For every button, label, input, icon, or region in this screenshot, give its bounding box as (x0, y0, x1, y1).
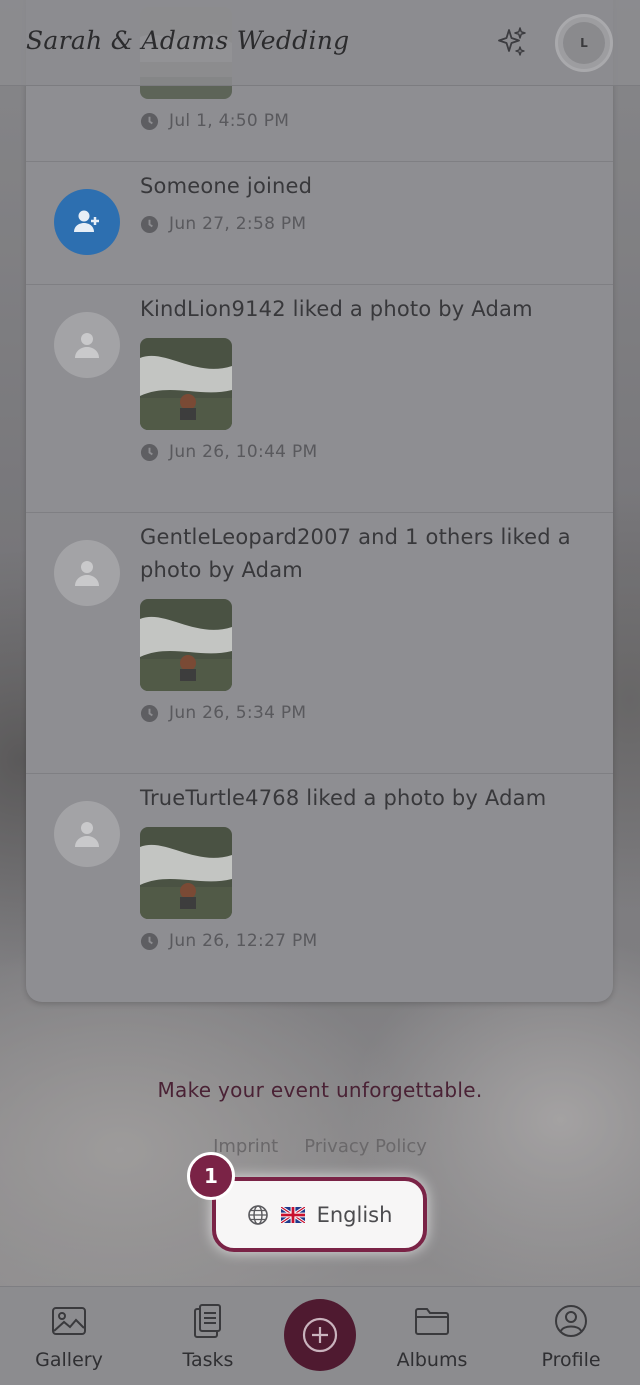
language-label: English (316, 1202, 393, 1227)
nav-gallery-label: Gallery (35, 1349, 103, 1371)
profile-avatar[interactable]: L (555, 14, 613, 72)
image-icon (52, 1307, 86, 1335)
user-icon (54, 312, 120, 378)
user-icon (54, 801, 120, 867)
activity-time-text: Jun 26, 10:44 PM (169, 442, 318, 462)
activity-text: TrueTurtle4768 liked a photo by Adam (140, 786, 547, 810)
activity-time: Jul 1, 4:50 PM (140, 110, 289, 132)
folder-icon (415, 1308, 449, 1335)
activity-text: GentleLeopard2007 and 1 others liked a p… (140, 525, 571, 582)
photo-thumbnail[interactable] (140, 338, 232, 430)
add-photo-button[interactable] (284, 1299, 356, 1371)
photo-thumbnail[interactable] (140, 827, 232, 919)
clock-icon (140, 215, 159, 233)
activity-text: Someone joined (140, 174, 313, 198)
app-header: Sarah & Adams Wedding L (0, 0, 640, 86)
activity-time: Jun 26, 5:34 PM (140, 702, 306, 724)
activity-item[interactable]: TrueTurtle4768 liked a photo by Adam Jun… (26, 774, 613, 1002)
activity-text: KindLion9142 liked a photo by Adam (140, 297, 533, 321)
activity-time: Jun 26, 10:44 PM (140, 441, 318, 463)
activity-item[interactable]: GentleLeopard2007 and 1 others liked a p… (26, 513, 613, 774)
uk-flag-icon (280, 1206, 305, 1223)
nav-tasks[interactable]: Tasks (148, 1301, 268, 1371)
clipboard-icon (194, 1304, 221, 1338)
nav-albums[interactable]: Albums (372, 1301, 492, 1371)
activity-time: Jun 27, 2:58 PM (140, 213, 306, 235)
user-icon (54, 540, 120, 606)
clock-icon (140, 932, 159, 950)
nav-profile[interactable]: Profile (511, 1301, 631, 1371)
language-selector-button[interactable]: English (212, 1177, 427, 1252)
user-add-icon (54, 189, 120, 255)
activity-time-text: Jun 26, 12:27 PM (169, 931, 318, 951)
activity-time-text: Jul 1, 4:50 PM (169, 111, 290, 131)
nav-profile-label: Profile (541, 1349, 601, 1371)
event-title: Sarah & Adams Wedding (26, 26, 350, 55)
activity-time-text: Jun 26, 5:34 PM (169, 703, 307, 723)
activity-item[interactable]: KindLion9142 liked a photo by Adam Jun 2… (26, 285, 613, 513)
sparkle-icon[interactable] (496, 26, 528, 58)
photo-thumbnail[interactable] (140, 599, 232, 691)
step-badge: 1 (187, 1152, 235, 1200)
nav-gallery[interactable]: Gallery (9, 1301, 129, 1371)
clock-icon (140, 704, 159, 722)
privacy-policy-link[interactable]: Privacy Policy (304, 1136, 427, 1157)
profile-icon (555, 1305, 587, 1337)
activity-card: Jul 1, 4:50 PM Someone joined Jun 27, 2:… (26, 0, 613, 1002)
avatar-initial: L (563, 22, 605, 64)
activity-item[interactable]: Someone joined Jun 27, 2:58 PM (26, 162, 613, 285)
plus-circle-icon (302, 1317, 338, 1353)
imprint-link[interactable]: Imprint (213, 1136, 278, 1157)
clock-icon (140, 443, 159, 461)
nav-albums-label: Albums (396, 1349, 468, 1371)
activity-time-text: Jun 27, 2:58 PM (169, 214, 307, 234)
globe-icon (247, 1204, 268, 1225)
tagline: Make your event unforgettable. (157, 1078, 483, 1102)
activity-time: Jun 26, 12:27 PM (140, 930, 318, 952)
footer-links: Imprint Privacy Policy (0, 1136, 640, 1157)
nav-tasks-label: Tasks (182, 1349, 234, 1371)
clock-icon (140, 112, 159, 130)
